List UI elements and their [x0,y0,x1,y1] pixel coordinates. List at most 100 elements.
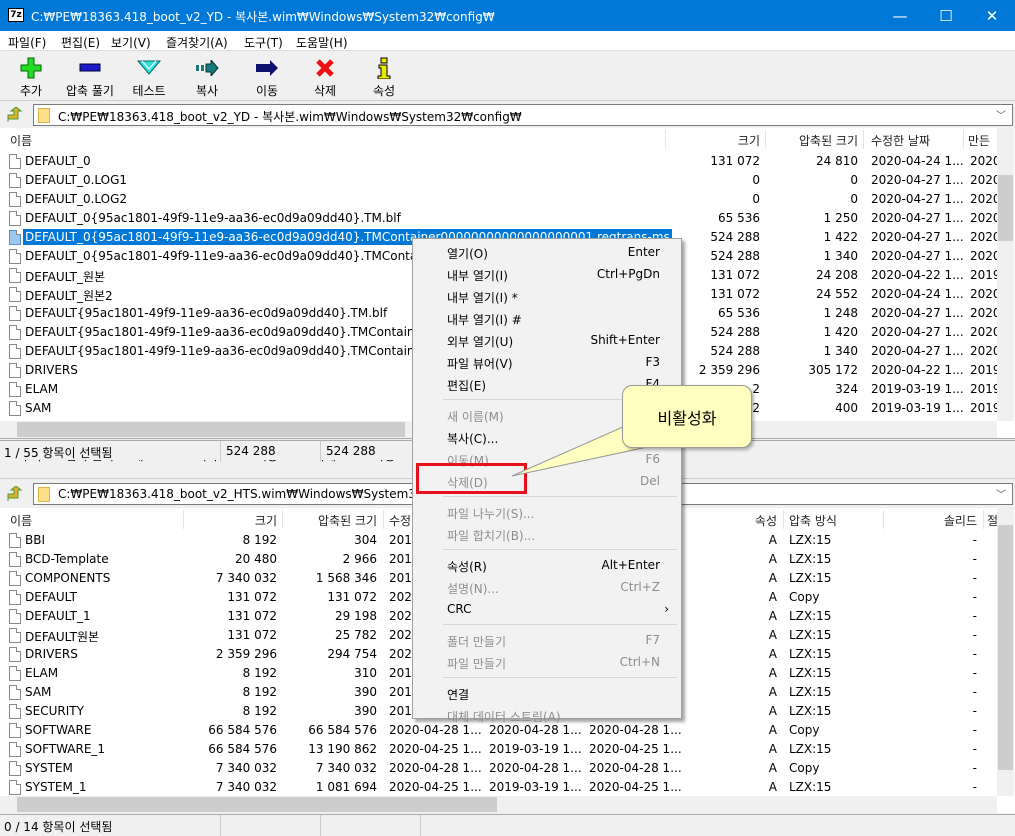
menu-file[interactable]: 파일(F) [8,34,46,51]
menu-item[interactable]: 파일 뷰어(V) F3 [413,351,681,373]
created-date: 2020 [970,306,997,320]
column-header[interactable]: 압축된 크기 [768,132,858,149]
minimize-button[interactable]: — [877,0,923,31]
attributes: A [768,628,777,642]
menu-help[interactable]: 도움말(H) [296,34,348,51]
column-header[interactable]: 속성 [737,512,777,529]
toolbar-minus-button[interactable]: 압축 풀기 [60,56,120,99]
file-name: DEFAULT{95ac1801-49f9-11e9-aa36-ec0d9a09… [25,306,388,320]
menu-favorites[interactable]: 즐겨찾기(A) [166,34,228,51]
solid: - [972,533,977,547]
file-size: 131 072 [680,287,760,301]
column-header[interactable]: 수정한 날짜 [871,132,930,149]
column-header[interactable]: 이름 [10,132,32,149]
menu-item[interactable]: 외부 열기(U) Shift+Enter [413,329,681,351]
column-header[interactable]: 솔리드 [917,512,977,529]
solid: - [972,723,977,737]
modified-date: 202 [389,609,412,623]
toolbar-label: 추가 [19,84,43,98]
toolbar-delete-x-button[interactable]: 삭제 [295,56,355,99]
file-size: 524 288 [680,344,760,358]
column-header[interactable]: 수정 [389,512,411,529]
toolbar-check-chevron-button[interactable]: 테스트 [119,56,179,99]
file-size: 131 072 [227,628,277,642]
up-folder-icon[interactable] [5,485,23,502]
menu-item[interactable]: 내부 열기(I) Ctrl+PgDn [413,263,681,285]
solid: - [972,628,977,642]
up-folder-icon[interactable] [5,106,23,123]
toolbar-plus-button[interactable]: 추가 [1,56,61,99]
table-row[interactable]: SOFTWARE_1 66 584 576 13 190 862 2020-04-25… [0,740,1015,759]
packed-size: 0 [780,192,858,206]
toolbar-info-button[interactable]: 속성 [354,56,414,99]
menu-item[interactable]: CRC › [413,598,681,620]
file-name: SOFTWARE [25,723,92,737]
modified-date: 201 [389,704,412,718]
file-name: SYSTEM_1 [25,780,87,794]
menu-item-shortcut: F7 [645,633,660,647]
column-header[interactable]: 만든 [968,132,990,149]
packed-size: 400 [780,401,858,415]
menu-view[interactable]: 보기(V) [111,34,151,51]
menu-item[interactable]: 연결 [413,682,681,704]
created-date: 2019 [970,401,997,415]
maximize-button[interactable]: ☐ [923,0,969,31]
close-button[interactable]: ✕ [969,0,1015,31]
packed-size: 305 172 [780,363,858,377]
menu-item-label: 설명(N)... [447,582,499,596]
chevron-down-icon[interactable]: ﹀ [996,486,1006,501]
column-header[interactable]: 크기 [680,132,760,149]
file-icon [9,590,21,605]
path-input[interactable]: C:₩PE₩18363.418_boot_v2_YD - 복사본.wim₩Win… [33,104,1013,126]
menu-item[interactable]: 대체 데이터 스트림(A) [413,704,681,726]
file-name: DRIVERS [25,363,78,377]
bottom-horizontal-scrollbar[interactable] [0,796,997,813]
table-row[interactable]: SYSTEM_1 7 340 032 1 081 694 2020-04-25 1..… [0,778,1015,797]
column-header[interactable]: 압축 방식 [789,512,837,529]
toolbar-copy-arrow-button[interactable]: 복사 [177,56,237,99]
chevron-down-icon[interactable]: ﹀ [996,107,1006,122]
file-name: DEFAULT{95ac1801-49f9-11e9-aa36-ec0d9a09… [25,325,458,339]
column-header[interactable]: 크기 [197,512,277,529]
menu-item[interactable]: 열기(O) Enter [413,241,681,263]
menu-item[interactable]: 파일 만들기 Ctrl+N [413,651,681,673]
solid: - [972,666,977,680]
file-icon [9,230,21,245]
toolbar-label: 속성 [372,84,396,98]
table-row[interactable]: DEFAULT_0.LOG1 0 0 2020-04-27 1... 2020 [0,171,1015,190]
menu-item-shortcut: Ctrl+PgDn [596,267,660,281]
move-arrow-icon [237,56,297,80]
file-name: DRIVERS [25,647,78,661]
packed-size: 1 340 [780,249,858,263]
attributes: A [768,761,777,775]
menu-item-label: 파일 만들기 [447,657,507,671]
accessed-date: 2020-04-25 1... [589,780,682,794]
created-date: 2019 [970,382,997,396]
column-header[interactable]: 압축된 크기 [287,512,377,529]
menu-item[interactable]: 내부 열기(I) * [413,285,681,307]
modified-date: 2020-04-27 1... [871,230,964,244]
file-name: DEFAULT{95ac1801-49f9-11e9-aa36-ec0d9a09… [25,344,458,358]
table-row[interactable]: DEFAULT_0{95ac1801-49f9-11e9-aa36-ec0d9a… [0,209,1015,228]
attributes: A [768,666,777,680]
table-row[interactable]: DEFAULT_0.LOG2 0 0 2020-04-27 1... 2020 [0,190,1015,209]
solid: - [972,685,977,699]
menu-item[interactable]: 파일 나누기(S)... [413,501,681,523]
file-name: SAM [25,401,52,415]
file-size: 131 072 [680,268,760,282]
created-date: 2019 [970,363,997,377]
column-header[interactable]: 이름 [10,512,32,529]
menu-edit[interactable]: 편집(E) [61,34,100,51]
toolbar-move-arrow-button[interactable]: 이동 [237,56,297,99]
menu-item[interactable]: 설명(N)... Ctrl+Z [413,576,681,598]
table-row[interactable]: SYSTEM 7 340 032 7 340 032 2020-04-28 1... 2… [0,759,1015,778]
packed-size: 1 248 [780,306,858,320]
table-row[interactable]: DEFAULT_0 131 072 24 810 2020-04-24 1... 202… [0,152,1015,171]
menu-item[interactable]: 폴더 만들기 F7 [413,629,681,651]
menu-tools[interactable]: 도구(T) [244,34,283,51]
file-name: DEFAULT_0{95ac1801-49f9-11e9-aa36-ec0d9a… [25,211,401,225]
menu-item[interactable]: 파일 합치기(B)... [413,523,681,545]
file-size: 66 584 576 [208,723,277,737]
menu-item[interactable]: 속성(R) Alt+Enter [413,554,681,576]
menu-item[interactable]: 내부 열기(I) # [413,307,681,329]
